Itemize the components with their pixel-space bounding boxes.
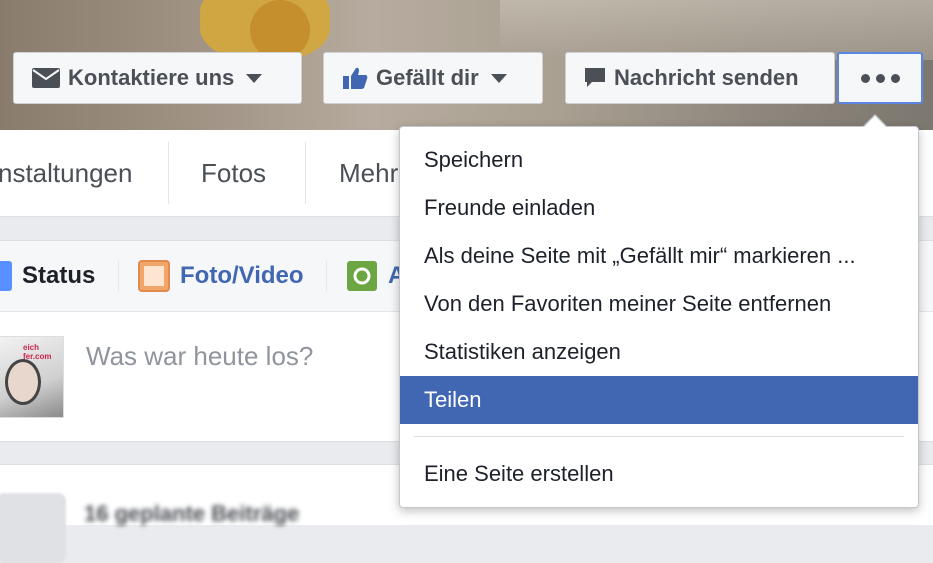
send-message-label: Nachricht senden: [614, 65, 799, 90]
send-message-button[interactable]: Nachricht senden: [565, 52, 835, 104]
composer-tab-status-label: Status: [22, 262, 96, 289]
tab-divider: [118, 261, 119, 291]
menu-item-statistics[interactable]: Statistiken anzeigen: [400, 328, 918, 376]
contact-button[interactable]: Kontaktiere uns: [13, 52, 302, 104]
pencil-icon: [0, 261, 12, 291]
menu-item-like-as-page[interactable]: Als deine Seite mit „Gefällt mir“ markie…: [400, 232, 918, 280]
contact-button-label: Kontaktiere uns: [68, 65, 235, 90]
menu-item-create-page[interactable]: Eine Seite erstellen: [400, 450, 918, 498]
like-button[interactable]: Gefällt dir: [323, 52, 543, 104]
gear-icon: [347, 261, 377, 291]
cover-figure-detail: [250, 0, 310, 60]
menu-divider: [414, 436, 904, 437]
message-icon: [585, 68, 605, 87]
avatar-tag: eich fer.com: [23, 343, 52, 361]
menu-item-invite-friends[interactable]: Freunde einladen: [400, 184, 918, 232]
menu-item-share[interactable]: Teilen: [400, 376, 918, 424]
envelope-icon: [32, 68, 60, 88]
menu-pointer-fill: [863, 116, 887, 128]
avatar: eich fer.com: [0, 336, 64, 418]
composer-tab-photo[interactable]: Foto/Video: [138, 241, 304, 311]
more-options-button[interactable]: [837, 52, 923, 104]
tab-events[interactable]: nstaltungen: [0, 130, 132, 216]
chevron-down-icon: [490, 73, 507, 83]
composer-tab-activity[interactable]: A: [346, 241, 405, 311]
more-dots-icon: [860, 73, 900, 83]
menu-item-remove-favorites[interactable]: Von den Favoriten meiner Seite entfernen: [400, 280, 918, 328]
like-button-label: Gefällt dir: [376, 65, 479, 90]
menu-item-save[interactable]: Speichern: [400, 136, 918, 184]
more-options-menu: Speichern Freunde einladen Als deine Sei…: [399, 126, 919, 508]
status-input[interactable]: Was war heute los?: [86, 341, 313, 372]
tab-divider: [305, 142, 306, 204]
composer-tab-photo-label: Foto/Video: [180, 262, 304, 289]
tab-photos[interactable]: Fotos: [201, 130, 266, 216]
clock-icon: [0, 493, 66, 563]
composer-tab-status[interactable]: Status: [0, 241, 95, 311]
scheduled-posts-label: 16 geplante Beiträge: [84, 501, 300, 526]
tab-more[interactable]: Mehr: [339, 130, 398, 216]
photo-icon: [138, 260, 170, 292]
cover-background: [500, 0, 933, 60]
thumbs-up-icon: [343, 67, 368, 89]
chevron-down-icon: [246, 73, 263, 83]
avatar-face: [5, 359, 41, 405]
tab-divider: [168, 142, 169, 204]
cover-photo[interactable]: Kontaktiere uns Gefällt dir Nachricht se…: [0, 0, 933, 130]
tab-divider: [326, 261, 327, 291]
